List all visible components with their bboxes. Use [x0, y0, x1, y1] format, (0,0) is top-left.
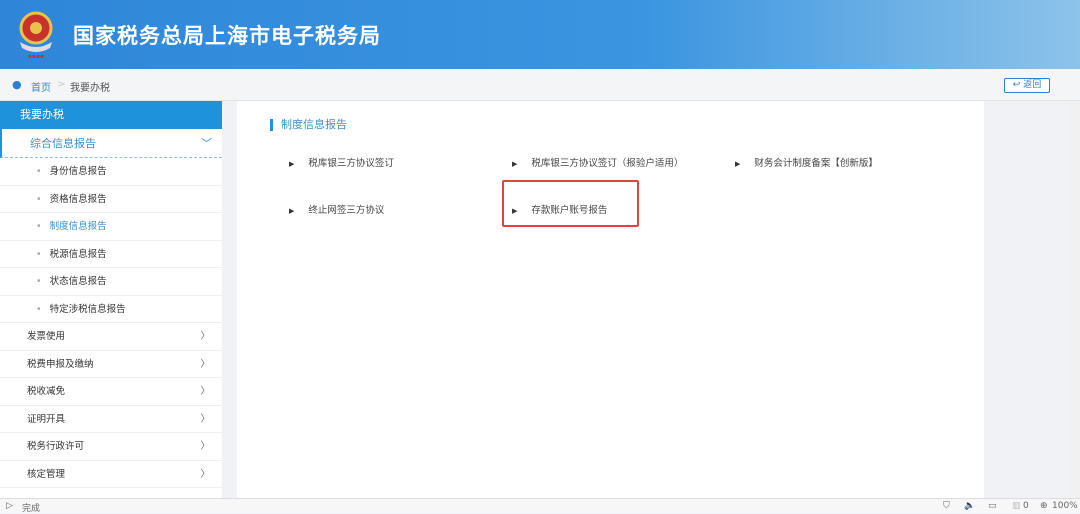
sidebar-item[interactable]: 税费申报及缴纳 〉: [0, 351, 222, 378]
sidebar-item[interactable]: 发票使用 〉: [0, 323, 222, 351]
location-pin-icon: ●: [12, 78, 22, 91]
sidebar-item-label: 发票使用: [27, 331, 66, 342]
sidebar-group-label: 综合信息报告: [30, 137, 96, 150]
back-label: 返回: [1023, 80, 1042, 90]
zoom-level[interactable]: 100%: [1052, 501, 1078, 511]
status-text: 完成: [22, 504, 41, 514]
scrollbar[interactable]: [1068, 101, 1080, 498]
sidebar-group-comprehensive-report[interactable]: 综合信息报告 ﹀: [0, 129, 222, 158]
breadcrumb-current: 我要办税: [70, 83, 110, 94]
speaker-icon[interactable]: 🔈: [964, 501, 975, 511]
sidebar-item-label: 税收减免: [27, 386, 66, 397]
link-tax-bank-agreement-inspection[interactable]: ▶ 税库银三方协议签订（报验户适用）: [512, 155, 683, 169]
sidebar-subitem-label: 特定涉税信息报告: [49, 303, 126, 315]
sidebar-item-label: 核定管理: [27, 468, 66, 480]
link-terminate-agreement[interactable]: ▶ 终止网签三方协议: [289, 202, 384, 216]
highlight-box: [502, 180, 639, 227]
link-accounting-system-filing[interactable]: ▶ 财务会计制度备案【创新版】: [735, 155, 878, 169]
chevron-right-icon: 〉: [200, 386, 210, 397]
back-button[interactable]: ↩ 返回: [1004, 78, 1050, 93]
svg-text:▪▪▪▪: ▪▪▪▪: [28, 53, 44, 60]
main-panel: 制度信息报告 ▶ 税库银三方协议签订 ▶ 税库银三方协议签订（报验户适用） ▶ 财务会…: [237, 101, 984, 498]
sidebar-subitem[interactable]: • 状态信息报告: [0, 268, 222, 296]
bullet-arrow-icon: ▶: [735, 160, 741, 168]
sidebar-item[interactable]: 证明开具 〉: [0, 406, 222, 433]
sidebar-item-label: 证明开具: [27, 413, 66, 425]
link-label: 税库银三方协议签订: [308, 158, 394, 169]
bullet-arrow-icon: ▶: [289, 207, 295, 215]
blocked-icon[interactable]: ▥: [1012, 501, 1021, 511]
chevron-right-icon: 〉: [200, 358, 210, 370]
sidebar-subitem-label: 资格信息报告: [49, 193, 107, 205]
bullet-arrow-icon: ▶: [289, 160, 295, 168]
sidebar-item[interactable]: 税务行政许可 〉: [0, 433, 222, 461]
back-arrow-icon: ↩: [1012, 80, 1021, 90]
tax-emblem-logo: ▪▪▪▪: [19, 11, 53, 60]
page-icon: ▷: [6, 501, 13, 511]
sidebar: 我要办税 综合信息报告 ﹀ • 身份信息报告 • 资格信息报告 • 制度信息报告 • 税源…: [0, 101, 222, 498]
chevron-right-icon: 〉: [200, 413, 210, 425]
breadcrumb-separator: >: [57, 79, 66, 90]
breadcrumb: ● 首页 > 我要办税: [0, 69, 1080, 101]
link-label: 财务会计制度备案【创新版】: [754, 158, 878, 169]
section-title: 制度信息报告: [270, 119, 347, 131]
chevron-right-icon: 〉: [200, 441, 210, 452]
zoom-icon[interactable]: ⊕: [1040, 501, 1048, 511]
header-banner: ▪▪▪▪ 国家税务总局上海市电子税务局: [0, 0, 1080, 69]
sidebar-item[interactable]: 核定管理 〉: [0, 461, 222, 488]
sidebar-item-label: 税务行政许可: [27, 441, 85, 452]
link-label: 税库银三方协议签订（报验户适用）: [531, 158, 684, 169]
sidebar-subitem-label: 状态信息报告: [49, 276, 107, 287]
blocked-count: 0: [1023, 501, 1029, 511]
status-bar: ▷ 完成 ⛉ 🔈 ▭ ▥ 0 ⊕ 100%: [0, 498, 1080, 514]
sidebar-header[interactable]: 我要办税: [0, 101, 222, 129]
sidebar-subitem[interactable]: • 资格信息报告: [0, 186, 222, 213]
sidebar-item-label: 税费申报及缴纳: [27, 358, 94, 370]
sidebar-item[interactable]: 税收减免 〉: [0, 378, 222, 406]
sidebar-subitem-label: 制度信息报告: [49, 221, 107, 232]
link-label: 终止网签三方协议: [308, 205, 385, 216]
sidebar-subitem-active[interactable]: • 制度信息报告: [0, 213, 222, 241]
bullet-arrow-icon: ▶: [512, 160, 518, 168]
sidebar-subitem[interactable]: • 税源信息报告: [0, 241, 222, 268]
sidebar-subitem-label: 身份信息报告: [49, 166, 107, 177]
sidebar-subitem[interactable]: • 身份信息报告: [0, 158, 222, 186]
link-tax-bank-agreement[interactable]: ▶ 税库银三方协议签订: [289, 155, 394, 169]
chevron-down-icon: ﹀: [201, 137, 212, 150]
site-title: 国家税务总局上海市电子税务局: [73, 24, 381, 48]
breadcrumb-home-link[interactable]: 首页: [31, 79, 51, 94]
chevron-right-icon: 〉: [200, 468, 210, 480]
chevron-right-icon: 〉: [200, 331, 210, 342]
sidebar-subitem[interactable]: • 特定涉税信息报告: [0, 296, 222, 323]
shield-icon[interactable]: ⛉: [943, 501, 950, 511]
sidebar-subitem-label: 税源信息报告: [49, 248, 107, 260]
window-icon[interactable]: ▭: [988, 501, 997, 511]
